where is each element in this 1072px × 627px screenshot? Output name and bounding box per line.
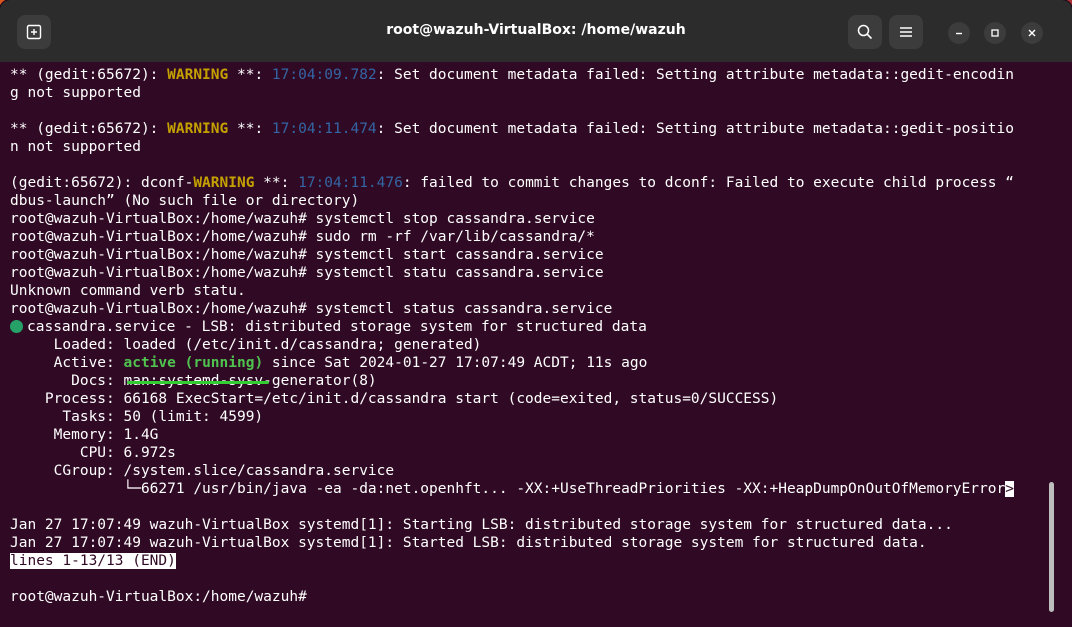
warning-label: WARNING xyxy=(167,121,229,137)
terminal-line: root@wazuh-VirtualBox:/home/wazuh# syste… xyxy=(10,265,604,281)
terminal-line: Memory: 1.4G xyxy=(10,427,159,443)
maximize-button[interactable] xyxy=(984,22,1006,44)
warning-label: WARNING xyxy=(167,67,229,83)
status-dot-icon xyxy=(10,320,23,333)
terminal-line: root@wazuh-VirtualBox:/home/wazuh# syste… xyxy=(10,247,604,263)
terminal-line: Process: 66168 ExecStart=/etc/init.d/cas… xyxy=(10,391,779,407)
search-icon xyxy=(857,24,873,40)
terminal-line: Jan 27 17:07:49 wazuh-VirtualBox systemd… xyxy=(10,535,927,551)
terminal-output[interactable]: ** (gedit:65672): WARNING **: 17:04:09.7… xyxy=(10,66,1050,626)
terminal-line: Tasks: 50 (limit: 4599) xyxy=(10,409,264,425)
maximize-icon xyxy=(991,29,999,37)
timestamp: 17:04:11.476 xyxy=(298,175,403,191)
terminal-line: Active: active (running) since Sat 2024-… xyxy=(10,355,648,371)
terminal-line: lines 1-13/13 (END) xyxy=(10,552,1050,570)
close-icon xyxy=(1028,29,1036,37)
terminal-line: (gedit:65672): dconf-WARNING **: 17:04:1… xyxy=(10,175,1014,191)
timestamp: 17:04:09.782 xyxy=(271,67,377,83)
terminal-line: Unknown command verb statu. xyxy=(10,283,246,299)
terminal-window: root@wazuh-VirtualBox: /home/wazuh ** (g… xyxy=(0,0,1072,627)
terminal-line: ** (gedit:65672): WARNING **: 17:04:09.7… xyxy=(10,67,1014,83)
timestamp: 17:04:11.474 xyxy=(271,121,377,137)
highlight-underline xyxy=(127,381,269,384)
active-status: active (running) xyxy=(123,355,264,371)
terminal-line: └─66271 /usr/bin/java -ea -da:net.openhf… xyxy=(10,481,1014,497)
scrollbar[interactable] xyxy=(1049,482,1054,612)
menu-button[interactable] xyxy=(889,15,923,49)
minimize-button[interactable] xyxy=(948,22,970,44)
terminal-line: Jan 27 17:07:49 wazuh-VirtualBox systemd… xyxy=(10,517,953,533)
terminal-line: root@wazuh-VirtualBox:/home/wazuh# syste… xyxy=(10,301,613,317)
close-button[interactable] xyxy=(1021,22,1043,44)
titlebar: root@wazuh-VirtualBox: /home/wazuh xyxy=(0,0,1072,62)
terminal-line: ** (gedit:65672): WARNING **: 17:04:11.4… xyxy=(10,121,1014,137)
terminal-line: CGroup: /system.slice/cassandra.service xyxy=(10,463,395,479)
truncation-marker: > xyxy=(1005,481,1014,497)
terminal-line: CPU: 6.972s xyxy=(10,445,176,461)
terminal-line: g not supported xyxy=(10,85,141,101)
minimize-icon xyxy=(956,32,962,35)
terminal-line: dbus-launch” (No such file or directory) xyxy=(10,193,360,209)
terminal-line: root@wazuh-VirtualBox:/home/wazuh# syste… xyxy=(10,211,595,227)
search-button[interactable] xyxy=(848,15,882,49)
terminal-prompt: root@wazuh-VirtualBox:/home/wazuh# xyxy=(10,589,316,605)
menu-icon xyxy=(900,27,912,37)
terminal-line: n not supported xyxy=(10,139,141,155)
warning-label: WARNING xyxy=(193,175,255,191)
terminal-line: root@wazuh-VirtualBox:/home/wazuh# sudo … xyxy=(10,229,595,245)
terminal-line: cassandra.service - LSB: distributed sto… xyxy=(10,318,1050,336)
pager-status: lines 1-13/13 (END) xyxy=(10,553,176,569)
terminal-line: Loaded: loaded (/etc/init.d/cassandra; g… xyxy=(10,337,482,353)
